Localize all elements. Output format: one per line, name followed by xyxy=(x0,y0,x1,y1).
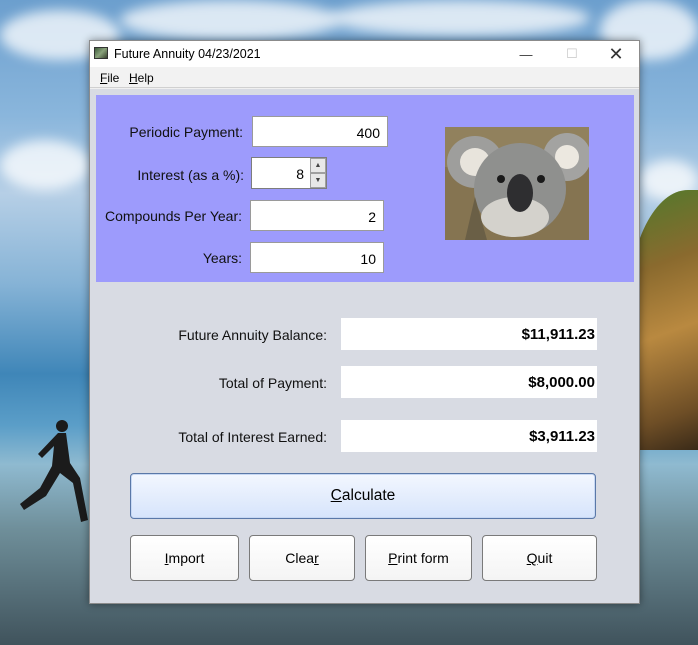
future-balance-value: $11,911.23 xyxy=(341,318,597,350)
import-button[interactable]: Import xyxy=(130,535,239,581)
interest-input[interactable]: 8 xyxy=(252,158,310,188)
periodic-payment-input[interactable]: 400 xyxy=(252,116,388,147)
menu-bar: File Help xyxy=(90,67,639,88)
menu-help[interactable]: Help xyxy=(129,71,154,85)
app-window: Future Annuity 04/23/2021 — ☐ ✕ File Hel… xyxy=(89,40,640,604)
spin-up-icon[interactable]: ▲ xyxy=(310,158,326,173)
compounds-label: Compounds Per Year: xyxy=(105,208,242,224)
quit-button[interactable]: Quit xyxy=(482,535,597,581)
compounds-input[interactable]: 2 xyxy=(250,200,384,231)
interest-spinner[interactable]: 8 ▲ ▼ xyxy=(251,157,327,189)
calculate-label: alculate xyxy=(341,487,396,504)
calculate-mnemonic: C xyxy=(330,487,342,504)
print-label: rint form xyxy=(397,550,449,566)
clear-button[interactable]: Clea r xyxy=(249,535,355,581)
menu-help-label: elp xyxy=(137,71,154,85)
window-title: Future Annuity 04/23/2021 xyxy=(114,47,261,61)
calculate-button[interactable]: Calculate xyxy=(130,473,596,519)
menu-file-label: ile xyxy=(107,71,120,85)
minimize-button[interactable]: — xyxy=(503,41,549,67)
koala-photo xyxy=(445,127,589,240)
print-form-button[interactable]: Print form xyxy=(365,535,472,581)
total-payment-value: $8,000.00 xyxy=(341,366,597,398)
quit-mnemonic: Q xyxy=(526,550,538,566)
title-bar[interactable]: Future Annuity 04/23/2021 — ☐ ✕ xyxy=(90,41,639,67)
print-mnemonic: P xyxy=(388,550,398,566)
periodic-payment-label: Periodic Payment: xyxy=(129,124,243,140)
years-label: Years: xyxy=(202,250,242,266)
input-panel: Periodic Payment: 400 Interest (as a %):… xyxy=(96,95,634,282)
menu-file[interactable]: File xyxy=(100,71,119,85)
import-label: mport xyxy=(168,550,205,566)
future-balance-label: Future Annuity Balance: xyxy=(178,327,327,343)
maximize-button[interactable]: ☐ xyxy=(549,41,595,67)
total-interest-value: $3,911.23 xyxy=(341,420,597,452)
interest-label: Interest (as a %): xyxy=(137,167,244,183)
years-input[interactable]: 10 xyxy=(250,242,384,273)
clear-mnemonic: r xyxy=(314,550,319,566)
close-button[interactable]: ✕ xyxy=(593,41,639,67)
total-payment-label: Total of Payment: xyxy=(218,375,327,391)
content-area: Periodic Payment: 400 Interest (as a %):… xyxy=(90,89,639,603)
menu-help-mnemonic: H xyxy=(129,71,138,85)
total-interest-label: Total of Interest Earned: xyxy=(178,429,327,445)
spin-down-icon[interactable]: ▼ xyxy=(310,173,326,188)
quit-label: uit xyxy=(537,550,553,566)
app-icon xyxy=(94,47,108,59)
clear-label: Clea xyxy=(285,550,315,566)
